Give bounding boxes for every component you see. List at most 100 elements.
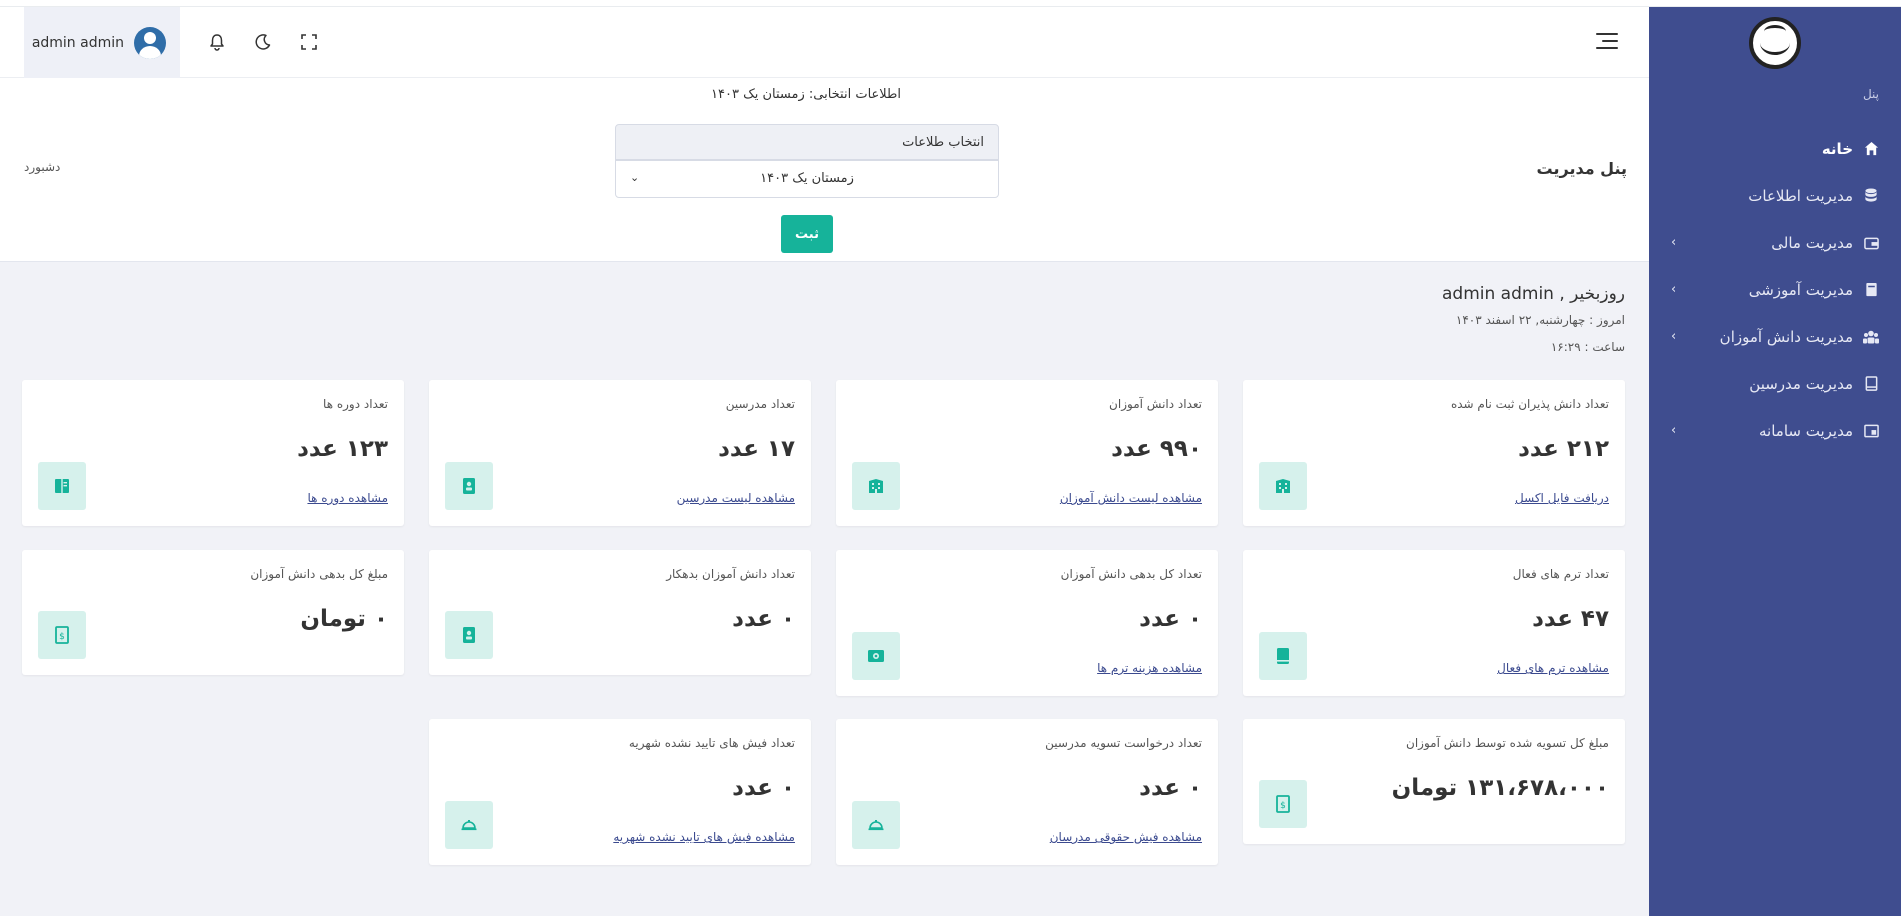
sidebar-item-students[interactable]: مدیریت دانش آموزان › [1649, 313, 1901, 360]
sidebar-item-data-management[interactable]: مدیریت اطلاعات [1649, 172, 1901, 219]
sidebar: پنل خانه مدیریت اطلاعات مدیریت مالی › مد [1649, 7, 1901, 916]
chevron-left-icon: › [1671, 423, 1677, 438]
card-value: ۰ عدد [732, 606, 795, 632]
unverified-receipts-link[interactable]: مشاهده فیش های تایید نشده شهریه [613, 830, 795, 844]
sidebar-item-education[interactable]: مدیریت آموزشی › [1649, 266, 1901, 313]
card-value: ۰ عدد [732, 775, 795, 801]
sidebar-item-label: مدیریت دانش آموزان [1719, 327, 1853, 346]
wallet-icon [1863, 235, 1879, 251]
card-value: ۱۲۳ عدد [297, 436, 388, 462]
today-date: امروز : چهارشنبه, ۲۲ اسفند ۱۴۰۳ [1455, 313, 1625, 327]
stat-card-active-terms: تعداد ترم های فعال ۴۷ عدد مشاهده ترم های… [1243, 550, 1625, 696]
card-title: تعداد دانش پذیران ثبت نام شده [1450, 397, 1609, 411]
moon-icon[interactable] [252, 31, 274, 53]
selection-panel: اطلاعات انتخابی: زمستان یک ۱۴۰۳ انتخاب ط… [0, 78, 1649, 262]
courses-link[interactable]: مشاهده دوره ها [307, 491, 388, 505]
sidebar-item-finance[interactable]: مدیریت مالی › [1649, 219, 1901, 266]
database-icon [1863, 188, 1879, 204]
clock-text: ساعت : ۱۶:۲۹ [1550, 340, 1625, 354]
chevron-down-icon: ⌄ [630, 171, 640, 184]
open-book-icon [38, 462, 86, 510]
building-icon [852, 462, 900, 510]
hamburger-line [1602, 40, 1618, 42]
card-title: مبلغ کل تسویه شده توسط دانش آموزان [1406, 736, 1609, 750]
top-border [0, 0, 1901, 7]
stat-card-debtor-students: تعداد دانش آموزان بدهکار ۰ عدد [429, 550, 811, 675]
cash-icon: $ [38, 611, 86, 659]
card-value: ۰ عدد [1139, 606, 1202, 632]
card-title: تعداد فیش های تایید نشده شهریه [628, 736, 795, 750]
svg-text:$: $ [59, 632, 65, 642]
card-title: تعداد دوره ها [323, 397, 388, 411]
breadcrumb[interactable]: دشبورد [24, 160, 60, 174]
stat-card-registered-learners: تعداد دانش پذیران ثبت نام شده ۲۱۲ عدد در… [1243, 380, 1625, 526]
sidebar-item-label: خانه [1821, 139, 1853, 158]
term-fees-link[interactable]: مشاهده هزینه ترم ها [1097, 661, 1202, 675]
logo-emblem-icon [1760, 25, 1790, 55]
card-title: تعداد ترم های فعال [1512, 567, 1609, 581]
card-title: تعداد دانش آموزان بدهکار [666, 567, 795, 581]
menu-toggle-icon[interactable] [1596, 33, 1618, 51]
home-icon [1863, 141, 1879, 157]
card-value: ۹۹۰ عدد [1111, 436, 1202, 462]
contact-book-icon [445, 611, 493, 659]
sidebar-item-label: مدیریت اطلاعات [1748, 186, 1853, 205]
book-icon [1259, 632, 1307, 680]
card-value: ۴۷ عدد [1532, 606, 1609, 632]
teachers-list-link[interactable]: مشاهده لیست مدرسین [677, 491, 795, 505]
greeting-text: روزبخیر , admin admin [1442, 284, 1625, 304]
term-select-value: زمستان یک ۱۴۰۳ [760, 171, 854, 186]
money-icon [852, 632, 900, 680]
svg-text:$: $ [1280, 801, 1286, 811]
hamburger-line [1596, 47, 1618, 49]
sidebar-item-system[interactable]: مدیریت سامانه › [1649, 407, 1901, 454]
active-terms-link[interactable]: مشاهده ترم های فعال [1497, 661, 1609, 675]
sidebar-item-home[interactable]: خانه [1649, 125, 1901, 172]
card-value: ۲۱۲ عدد [1518, 436, 1609, 462]
stat-card-courses: تعداد دوره ها ۱۲۳ عدد مشاهده دوره ها [22, 380, 404, 526]
bell-icon[interactable] [206, 31, 228, 53]
logo[interactable] [1749, 17, 1801, 69]
card-title: تعداد کل بدهی دانش آموزان [1060, 567, 1202, 581]
stat-card-total-debt-amount: مبلغ کل بدهی دانش آموزان ۰ تومان $ [22, 550, 404, 675]
card-value: ۰ تومان [300, 606, 388, 632]
download-excel-link[interactable]: دریافت فایل اکسل [1515, 491, 1609, 505]
avatar [134, 26, 166, 59]
sidebar-item-label: مدیریت سامانه [1759, 421, 1853, 440]
stat-card-teacher-settlement-requests: تعداد درخواست تسویه مدرسین ۰ عدد مشاهده … [836, 719, 1218, 865]
selected-info-text: اطلاعات انتخابی: زمستان یک ۱۴۰۳ [711, 87, 901, 102]
stat-card-settled-amount: مبلغ کل تسویه شده توسط دانش آموزان ۱۳۱،۶… [1243, 719, 1625, 844]
chevron-left-icon: › [1671, 282, 1677, 297]
fullscreen-icon[interactable] [298, 31, 320, 53]
students-list-link[interactable]: مشاهده لیست دانش آموزان [1060, 491, 1202, 505]
system-window-icon [1863, 423, 1879, 439]
sidebar-item-label: مدیریت مدرسین [1749, 374, 1853, 393]
user-menu[interactable]: admin admin [24, 7, 180, 78]
card-title: تعداد دانش آموزان [1109, 397, 1202, 411]
sidebar-item-label: مدیریت مالی [1771, 233, 1853, 252]
bell-service-icon [852, 801, 900, 849]
stat-card-teachers: تعداد مدرسین ۱۷ عدد مشاهده لیست مدرسین [429, 380, 811, 526]
cash-icon: $ [1259, 780, 1307, 828]
sidebar-menu: خانه مدیریت اطلاعات مدیریت مالی › مدیریت… [1649, 125, 1901, 454]
card-value: ۰ عدد [1139, 775, 1202, 801]
card-value: ۱۷ عدد [718, 436, 795, 462]
teacher-book-icon [1863, 376, 1879, 392]
stat-card-total-debts: تعداد کل بدهی دانش آموزان ۰ عدد مشاهده ه… [836, 550, 1218, 696]
teacher-payslips-link[interactable]: مشاهده فیش حقوقی مدرسان [1050, 830, 1202, 844]
sidebar-item-label: مدیریت آموزشی [1748, 280, 1853, 299]
user-name: admin admin [31, 34, 124, 51]
card-title: تعداد درخواست تسویه مدرسین [1045, 736, 1202, 750]
users-icon [1863, 329, 1879, 345]
card-title: مبلغ کل بدهی دانش آموزان [250, 567, 388, 581]
contact-book-icon [445, 462, 493, 510]
select-label: انتخاب طلاعات [615, 124, 999, 160]
dashboard-content: روزبخیر , admin admin امروز : چهارشنبه, … [0, 262, 1649, 916]
page-title: پنل مدیریت [1536, 159, 1627, 178]
submit-button[interactable]: ثبت [781, 215, 833, 253]
book-icon [1863, 282, 1879, 298]
hamburger-line [1596, 33, 1618, 35]
term-select[interactable]: زمستان یک ۱۴۰۳ ⌄ [615, 160, 999, 198]
sidebar-item-teachers[interactable]: مدیریت مدرسین [1649, 360, 1901, 407]
bell-service-icon [445, 801, 493, 849]
